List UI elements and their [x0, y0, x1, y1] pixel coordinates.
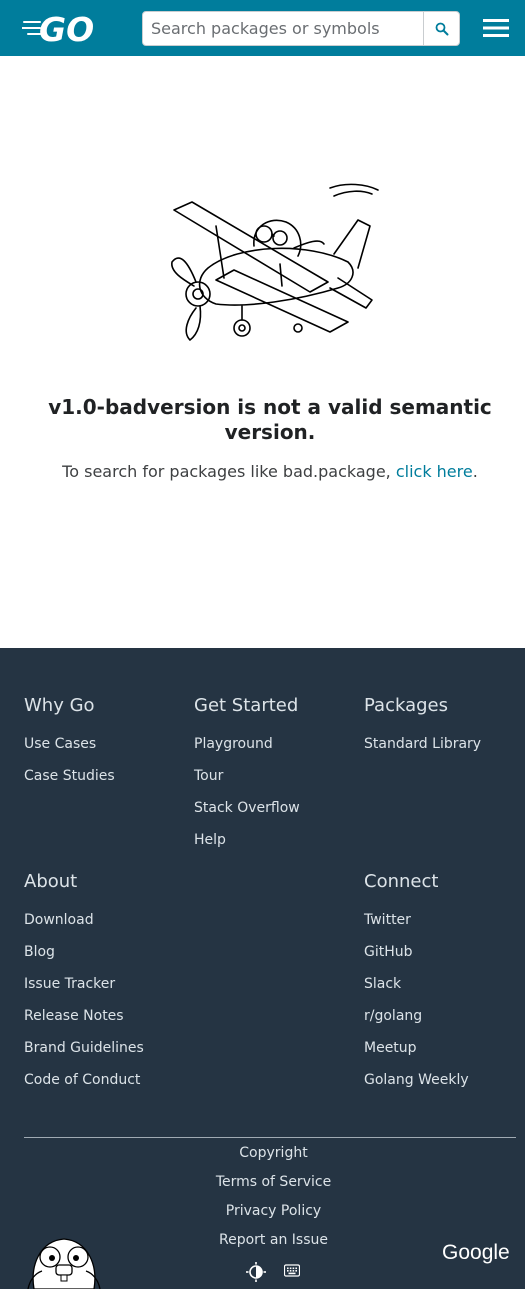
footer-link-stack-overflow[interactable]: Stack Overflow [194, 800, 300, 816]
site-header: GO [0, 0, 525, 56]
footer-heading-why-go[interactable]: Why Go [24, 695, 95, 716]
search-link[interactable]: click here [396, 462, 473, 481]
error-title: v1.0-badversion is not a valid semantic … [48, 395, 492, 444]
gopher-biplane-illustration [171, 183, 379, 341]
footer-link-slack[interactable]: Slack [364, 976, 401, 992]
footer-heading-packages[interactable]: Packages [364, 695, 448, 716]
search-input[interactable] [143, 12, 425, 45]
footer-link-terms-of-service[interactable]: Terms of Service [0, 1174, 525, 1190]
go-logo[interactable]: GO [22, 12, 108, 46]
footer-link-github[interactable]: GitHub [364, 944, 413, 960]
site-footer: Why Go Use Cases Case Studies Get Starte… [0, 648, 525, 1289]
footer-link-standard-library[interactable]: Standard Library [364, 736, 481, 752]
footer-link-copyright[interactable]: Copyright [0, 1145, 525, 1161]
footer-link-download[interactable]: Download [24, 912, 94, 928]
footer-link-code-of-conduct[interactable]: Code of Conduct [24, 1072, 140, 1088]
footer-heading-about[interactable]: About [24, 871, 77, 892]
search-icon [435, 22, 448, 35]
footer-link-r-golang[interactable]: r/golang [364, 1008, 422, 1024]
footer-divider [24, 1137, 516, 1138]
search-box [142, 11, 460, 46]
footer-link-tour[interactable]: Tour [194, 768, 223, 784]
error-hint-text: To search for packages like bad.package, [62, 462, 396, 481]
footer-link-use-cases[interactable]: Use Cases [24, 736, 96, 752]
error-hint-suffix: . [472, 462, 478, 481]
footer-link-brand-guidelines[interactable]: Brand Guidelines [24, 1040, 144, 1056]
footer-link-case-studies[interactable]: Case Studies [24, 768, 115, 784]
svg-text:GO: GO [39, 12, 94, 46]
footer-link-release-notes[interactable]: Release Notes [24, 1008, 124, 1024]
footer-link-privacy-policy[interactable]: Privacy Policy [0, 1203, 525, 1219]
footer-heading-connect[interactable]: Connect [364, 871, 438, 892]
footer-link-playground[interactable]: Playground [194, 736, 273, 752]
footer-heading-get-started[interactable]: Get Started [194, 695, 298, 716]
footer-link-blog[interactable]: Blog [24, 944, 55, 960]
svg-text:Google: Google [442, 1241, 510, 1264]
footer-link-golang-weekly[interactable]: Golang Weekly [364, 1072, 469, 1088]
google-logo[interactable]: Google [442, 1239, 518, 1265]
gopher-pilot-icon [27, 1238, 101, 1289]
footer-link-issue-tracker[interactable]: Issue Tracker [24, 976, 115, 992]
footer-link-meetup[interactable]: Meetup [364, 1040, 417, 1056]
error-hint: To search for packages like bad.package,… [0, 462, 525, 482]
keyboard-shortcuts-icon[interactable] [284, 1264, 300, 1278]
search-button[interactable] [423, 12, 459, 45]
menu-icon[interactable] [483, 18, 509, 38]
footer-link-twitter[interactable]: Twitter [364, 912, 411, 928]
footer-link-help[interactable]: Help [194, 832, 226, 848]
theme-toggle-icon[interactable] [246, 1262, 266, 1282]
